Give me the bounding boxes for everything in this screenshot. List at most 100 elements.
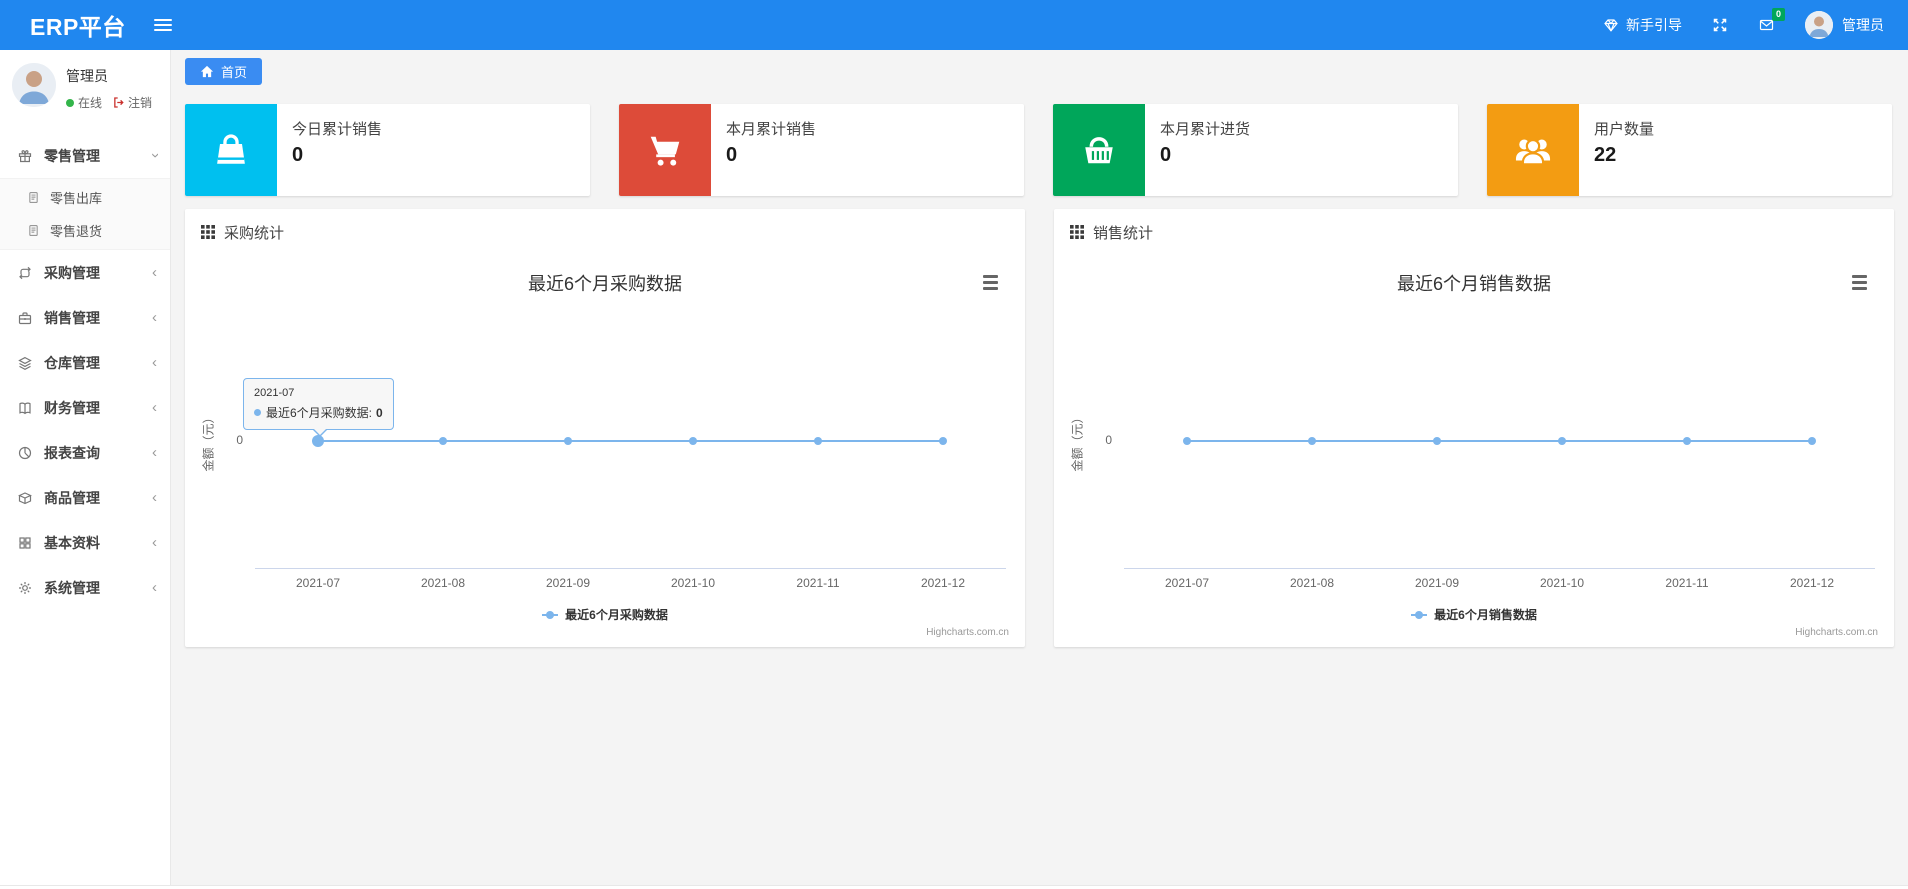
data-point[interactable]: [814, 437, 822, 445]
panel-header: 采购统计: [185, 209, 1025, 255]
brand-area: ERP平台: [0, 8, 230, 42]
series-line: [318, 440, 943, 442]
series-marker: [254, 409, 261, 416]
x-axis-label: 2021-07: [1164, 576, 1210, 590]
sidebar-item-sales[interactable]: 销售管理 ‹: [0, 295, 170, 340]
sidebar-toggle-button[interactable]: [153, 19, 172, 31]
tooltip-series-label: 最近6个月采购数据:: [266, 406, 373, 420]
x-axis-label: 2021-11: [796, 576, 840, 590]
sidebar-item-warehouse[interactable]: 仓库管理 ‹: [0, 340, 170, 385]
sidebar-item-label: 采购管理: [44, 264, 100, 281]
chart-title: 最近6个月销售数据: [1396, 274, 1551, 294]
chevron-left-icon: ‹: [152, 444, 157, 461]
shopping-basket-icon: [1053, 104, 1145, 196]
chart-legend: 最近6个月采购数据: [185, 606, 1025, 623]
x-axis-label: 2021-08: [1289, 576, 1335, 590]
sidebar-item-reports[interactable]: 报表查询 ‹: [0, 430, 170, 475]
data-point[interactable]: [939, 437, 947, 445]
data-point[interactable]: [1808, 437, 1816, 445]
stat-label: 今日累计销售: [292, 121, 383, 138]
x-axis-line: [1124, 568, 1875, 569]
sidebar-item-retail-return[interactable]: 零售退货: [0, 214, 170, 247]
panel-header: 销售统计: [1054, 209, 1894, 255]
stat-card-month-sales: 本月累计销售 0: [619, 104, 1024, 196]
file-icon: [27, 191, 42, 204]
sidebar-item-label: 销售管理: [44, 309, 100, 326]
grid-icon: [17, 535, 35, 551]
data-point[interactable]: [1558, 437, 1566, 445]
app-title: ERP平台: [30, 14, 126, 40]
highcharts-credit-link[interactable]: Highcharts.com.cn: [1795, 627, 1878, 638]
sidebar-item-basic-data[interactable]: 基本资料 ‹: [0, 520, 170, 565]
y-axis-label: 0: [1105, 433, 1112, 447]
sidebar-item-finance[interactable]: 财务管理 ‹: [0, 385, 170, 430]
sidebar-item-label: 零售退货: [50, 224, 103, 239]
data-point[interactable]: [1183, 437, 1191, 445]
legend-item[interactable]: 最近6个月销售数据: [1411, 606, 1537, 623]
panel-title: 销售统计: [1093, 224, 1154, 242]
chevron-left-icon: ‹: [152, 579, 157, 596]
user-menu[interactable]: 管理员: [1805, 11, 1884, 39]
sidebar-item-label: 仓库管理: [44, 354, 100, 371]
gift-icon: [17, 148, 35, 164]
sidebar-item-retail[interactable]: 零售管理 ‹: [0, 133, 170, 178]
sidebar-item-label: 基本资料: [44, 534, 100, 551]
shopping-bag-icon: [185, 104, 277, 196]
breadcrumb-home-tab[interactable]: 首页: [185, 58, 263, 85]
data-point[interactable]: [1433, 437, 1441, 445]
fullscreen-button[interactable]: [1712, 17, 1728, 33]
top-navbar: ERP平台 新手引导 0 管理员: [0, 0, 1908, 50]
main-content: 首页 今日累计销售 0 本月累计销售 0 本月累计进货 0 用户数量 22 采购…: [171, 50, 1908, 889]
navbar-right: 新手引导 0 管理员: [1603, 8, 1908, 39]
x-axis-label: 2021-11: [1665, 576, 1709, 590]
guide-link[interactable]: 新手引导: [1603, 15, 1682, 35]
sidebar-item-products[interactable]: 商品管理 ‹: [0, 475, 170, 520]
series-marker: [1411, 610, 1428, 619]
sign-out-icon: [112, 96, 125, 109]
avatar: [1805, 11, 1833, 39]
stat-card-month-purchase: 本月累计进货 0: [1053, 104, 1458, 196]
sidebar-item-label: 系统管理: [44, 579, 100, 596]
retail-submenu: 零售出库 零售退货: [0, 178, 170, 250]
sidebar-item-label: 零售管理: [44, 147, 100, 164]
data-point[interactable]: [1683, 437, 1691, 445]
sidebar-item-system[interactable]: 系统管理 ‹: [0, 565, 170, 610]
page-footer: [0, 885, 1908, 889]
x-axis-line: [255, 568, 1006, 569]
guide-label: 新手引导: [1626, 17, 1682, 33]
navbar-username: 管理员: [1842, 17, 1884, 33]
chevron-left-icon: ‹: [152, 534, 157, 551]
data-point[interactable]: [439, 437, 447, 445]
sales-chart: 最近6个月销售数据 金额（元） 0 2021-07 2021-08 2021-0…: [1054, 255, 1894, 647]
series-marker: [542, 610, 559, 619]
data-point[interactable]: [564, 437, 572, 445]
x-axis-label: 2021-08: [420, 576, 466, 590]
sidebar-item-label: 零售出库: [50, 191, 103, 206]
chevron-down-icon: ‹: [146, 153, 163, 158]
stat-label: 本月累计进货: [1160, 121, 1251, 138]
chart-title: 最近6个月采购数据: [527, 274, 682, 294]
messages-button[interactable]: 0: [1758, 8, 1785, 33]
home-icon: [200, 65, 214, 78]
logout-link[interactable]: 注销: [112, 94, 152, 111]
stat-label: 用户数量: [1594, 121, 1655, 138]
pie-chart-icon: [17, 445, 35, 461]
y-axis-title: 金额（元）: [201, 411, 216, 472]
legend-item[interactable]: 最近6个月采购数据: [542, 606, 668, 623]
sidebar-item-retail-outbound[interactable]: 零售出库: [0, 181, 170, 214]
chart-context-menu-button[interactable]: [1850, 273, 1869, 292]
highcharts-credit-link[interactable]: Highcharts.com.cn: [926, 627, 1009, 638]
data-point[interactable]: [689, 437, 697, 445]
repeat-icon: [17, 265, 35, 281]
sidebar-item-purchase[interactable]: 采购管理 ‹: [0, 250, 170, 295]
panel-title: 采购统计: [224, 224, 285, 242]
chart-context-menu-button[interactable]: [981, 273, 1000, 292]
chevron-left-icon: ‹: [152, 309, 157, 326]
file-icon: [27, 224, 42, 237]
box-icon: [17, 490, 35, 506]
data-point[interactable]: [1308, 437, 1316, 445]
online-label: 在线: [78, 96, 103, 110]
user-panel: 管理员 在线 注销: [0, 50, 170, 123]
th-grid-icon: [201, 225, 215, 239]
sidebar-item-label: 财务管理: [44, 399, 100, 416]
